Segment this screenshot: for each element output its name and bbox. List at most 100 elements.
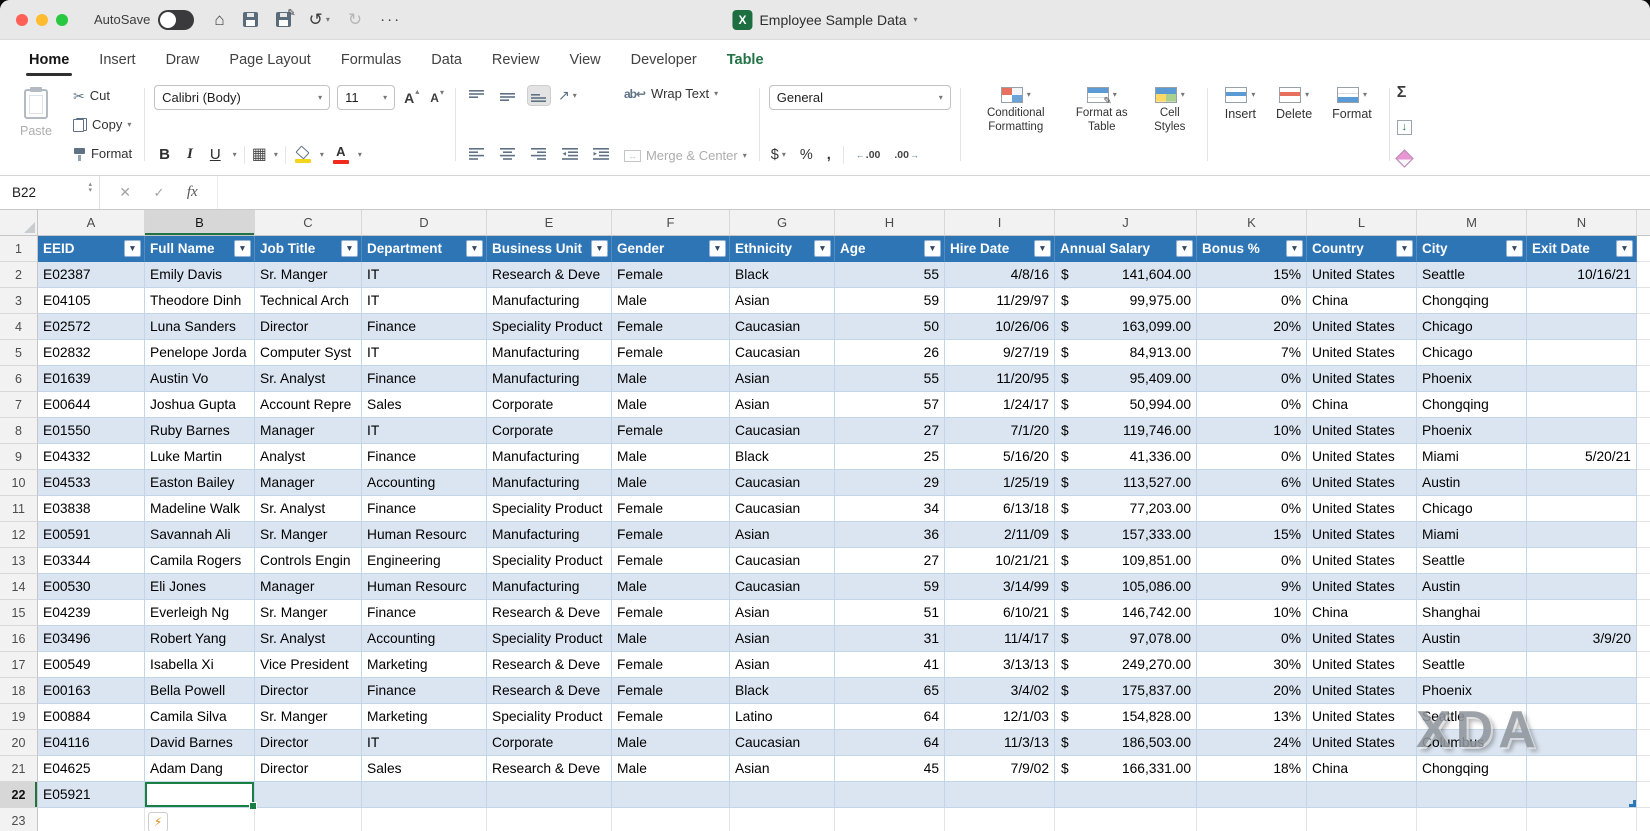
cell-K23[interactable] <box>1197 808 1307 831</box>
cell-D15[interactable]: Finance <box>362 600 487 626</box>
cancel-entry-icon[interactable]: ✕ <box>119 184 131 201</box>
cell-D4[interactable]: Finance <box>362 314 487 340</box>
cell-J21[interactable]: $166,331.00 <box>1055 756 1197 782</box>
cell-B18[interactable]: Bella Powell <box>145 678 255 704</box>
cell-M10[interactable]: Austin <box>1417 470 1527 496</box>
cell-F16[interactable]: Male <box>612 626 730 652</box>
cell-L19[interactable]: United States <box>1307 704 1417 730</box>
cell-D20[interactable]: IT <box>362 730 487 756</box>
align-center-button[interactable] <box>496 143 520 164</box>
cell-K4[interactable]: 20% <box>1197 314 1307 340</box>
grid-empty-area[interactable] <box>1637 262 1650 288</box>
decrease-font-size-button[interactable]: A ▾ <box>428 88 446 105</box>
grid-empty-area[interactable] <box>1637 236 1650 262</box>
column-header-F[interactable]: F <box>612 210 730 236</box>
cell-K22[interactable] <box>1197 782 1307 808</box>
cell-M5[interactable]: Chicago <box>1417 340 1527 366</box>
tab-review[interactable]: Review <box>477 44 555 76</box>
cell-F18[interactable]: Female <box>612 678 730 704</box>
cell-G3[interactable]: Asian <box>730 288 835 314</box>
grid-empty-area[interactable] <box>1637 782 1650 808</box>
cell-J3[interactable]: $99,975.00 <box>1055 288 1197 314</box>
cell-J11[interactable]: $77,203.00 <box>1055 496 1197 522</box>
cell-E12[interactable]: Manufacturing <box>487 522 612 548</box>
cell-E10[interactable]: Manufacturing <box>487 470 612 496</box>
cell-C7[interactable]: Account Repre <box>255 392 362 418</box>
filter-button[interactable]: ▼ <box>466 240 483 257</box>
cell-A19[interactable]: E00884 <box>38 704 145 730</box>
cell-N22[interactable] <box>1527 782 1637 808</box>
cell-F14[interactable]: Male <box>612 574 730 600</box>
cell-H4[interactable]: 50 <box>835 314 945 340</box>
cell-M8[interactable]: Phoenix <box>1417 418 1527 444</box>
table-header-cell[interactable]: Department ▼ <box>362 236 487 262</box>
cell-H11[interactable]: 34 <box>835 496 945 522</box>
cell-E20[interactable]: Corporate <box>487 730 612 756</box>
cell-L23[interactable] <box>1307 808 1417 831</box>
italic-button[interactable]: I <box>182 145 198 164</box>
cell-A4[interactable]: E02572 <box>38 314 145 340</box>
tab-formulas[interactable]: Formulas <box>326 44 416 76</box>
autosum-button[interactable]: Σ <box>1397 84 1451 102</box>
decrease-decimal-button[interactable]: .00 → <box>892 149 921 161</box>
cell-K17[interactable]: 30% <box>1197 652 1307 678</box>
row-header-16[interactable]: 16 <box>0 626 38 652</box>
number-format-select[interactable]: General ▾ <box>768 85 951 110</box>
cell-E16[interactable]: Speciality Product <box>487 626 612 652</box>
cell-J7[interactable]: $50,994.00 <box>1055 392 1197 418</box>
cell-F2[interactable]: Female <box>612 262 730 288</box>
cell-H8[interactable]: 27 <box>835 418 945 444</box>
cell-D8[interactable]: IT <box>362 418 487 444</box>
cell-B6[interactable]: Austin Vo <box>145 366 255 392</box>
row-header-1[interactable]: 1 <box>0 236 38 262</box>
cell-E18[interactable]: Research & Deve <box>487 678 612 704</box>
cell-F15[interactable]: Female <box>612 600 730 626</box>
cell-I8[interactable]: 7/1/20 <box>945 418 1055 444</box>
text-orientation-button[interactable]: ↗ ▾ <box>558 87 577 104</box>
row-header-7[interactable]: 7 <box>0 392 38 418</box>
cell-N14[interactable] <box>1527 574 1637 600</box>
tab-table[interactable]: Table <box>712 44 779 76</box>
cell-G9[interactable]: Black <box>730 444 835 470</box>
cell-F9[interactable]: Male <box>612 444 730 470</box>
cell-E7[interactable]: Corporate <box>487 392 612 418</box>
row-header-22[interactable]: 22 <box>0 782 38 808</box>
cell-G18[interactable]: Black <box>730 678 835 704</box>
cell-I10[interactable]: 1/25/19 <box>945 470 1055 496</box>
cell-F13[interactable]: Female <box>612 548 730 574</box>
cell-K15[interactable]: 10% <box>1197 600 1307 626</box>
row-header-4[interactable]: 4 <box>0 314 38 340</box>
row-header-14[interactable]: 14 <box>0 574 38 600</box>
cell-M11[interactable]: Chicago <box>1417 496 1527 522</box>
cell-L22[interactable] <box>1307 782 1417 808</box>
cell-A16[interactable]: E03496 <box>38 626 145 652</box>
font-color-button[interactable]: A <box>331 145 351 164</box>
cell-A22[interactable]: E05921 <box>38 782 145 808</box>
row-header-10[interactable]: 10 <box>0 470 38 496</box>
cell-E22[interactable] <box>487 782 612 808</box>
cell-H10[interactable]: 29 <box>835 470 945 496</box>
name-box[interactable]: B22 ▴ ▾ <box>0 176 100 209</box>
cell-M21[interactable]: Chongqing <box>1417 756 1527 782</box>
cell-G4[interactable]: Caucasian <box>730 314 835 340</box>
increase-indent-button[interactable] <box>589 143 613 164</box>
grid-empty-area[interactable] <box>1637 652 1650 678</box>
cell-E5[interactable]: Manufacturing <box>487 340 612 366</box>
cell-C19[interactable]: Sr. Manger <box>255 704 362 730</box>
cell-F12[interactable]: Female <box>612 522 730 548</box>
cell-G22[interactable] <box>730 782 835 808</box>
cell-N2[interactable]: 10/16/21 <box>1527 262 1637 288</box>
column-header-N[interactable]: N <box>1527 210 1637 236</box>
cell-I3[interactable]: 11/29/97 <box>945 288 1055 314</box>
currency-format-button[interactable]: $ ▾ <box>769 147 788 163</box>
conditional-formatting-button[interactable]: ▾ Conditional Formatting <box>970 85 1062 137</box>
column-header-G[interactable]: G <box>730 210 835 236</box>
cell-N18[interactable] <box>1527 678 1637 704</box>
cell-M3[interactable]: Chongqing <box>1417 288 1527 314</box>
cell-A12[interactable]: E00591 <box>38 522 145 548</box>
cell-I5[interactable]: 9/27/19 <box>945 340 1055 366</box>
cell-H13[interactable]: 27 <box>835 548 945 574</box>
minimize-button[interactable] <box>36 13 48 26</box>
cell-F22[interactable] <box>612 782 730 808</box>
cell-I9[interactable]: 5/16/20 <box>945 444 1055 470</box>
